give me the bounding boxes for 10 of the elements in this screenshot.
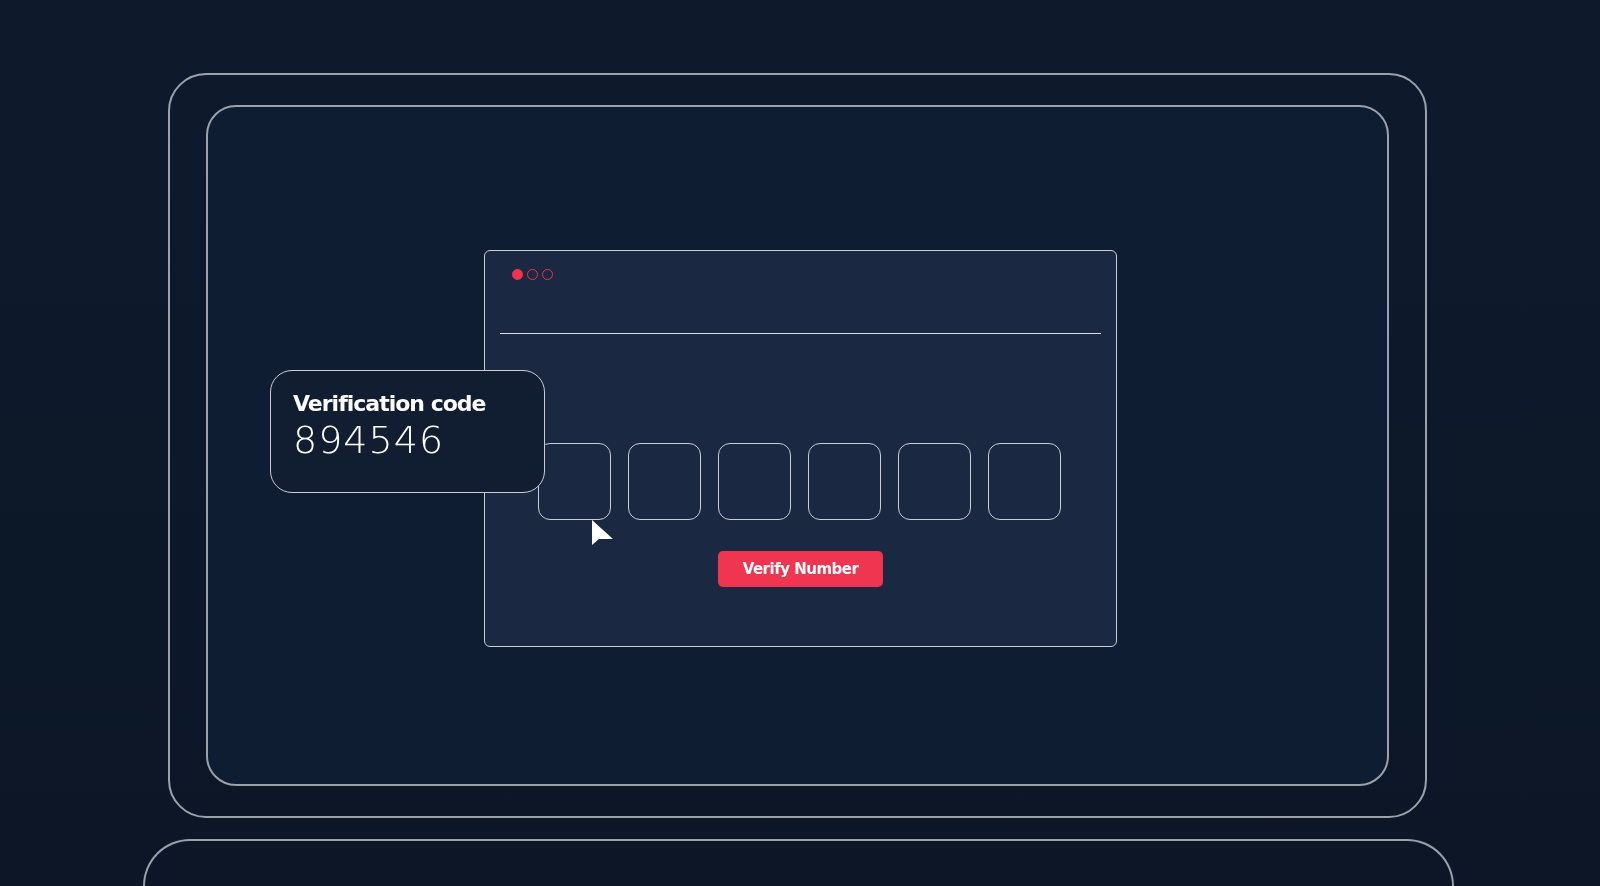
code-input-field[interactable] <box>808 443 881 520</box>
code-input-field[interactable] <box>988 443 1061 520</box>
code-input-field[interactable] <box>628 443 701 520</box>
code-input-field[interactable] <box>538 443 611 520</box>
verification-code-label: Verification code <box>293 391 486 416</box>
code-input-field[interactable] <box>898 443 971 520</box>
verification-code: 894546 <box>293 418 445 462</box>
code-input-field[interactable] <box>718 443 791 520</box>
verify-button[interactable]: Verify Number <box>718 551 883 587</box>
window-control-icon[interactable] <box>512 269 523 280</box>
